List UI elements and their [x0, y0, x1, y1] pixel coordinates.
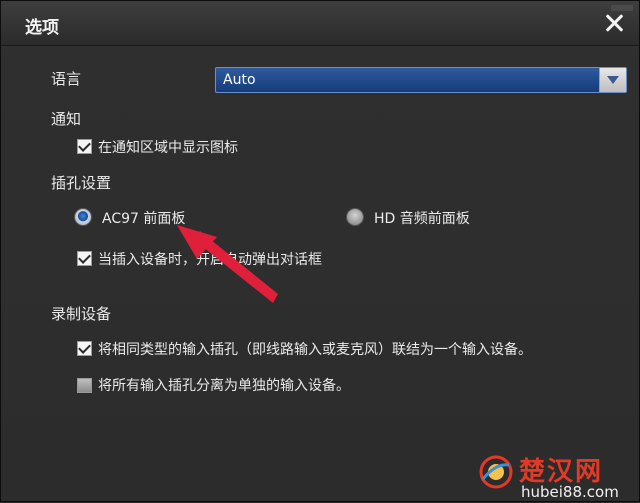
options-dialog: 选项 语言 Auto 通知 在通知区域中显示图标 插孔设置 AC97 前面板 H…: [0, 0, 640, 502]
brand-url: hubei88.com: [521, 483, 619, 501]
annotation-arrow-icon: [177, 225, 278, 303]
watermark: 楚汉网 hubei88.com: [475, 451, 640, 503]
brand-logo-icon: [479, 455, 513, 489]
